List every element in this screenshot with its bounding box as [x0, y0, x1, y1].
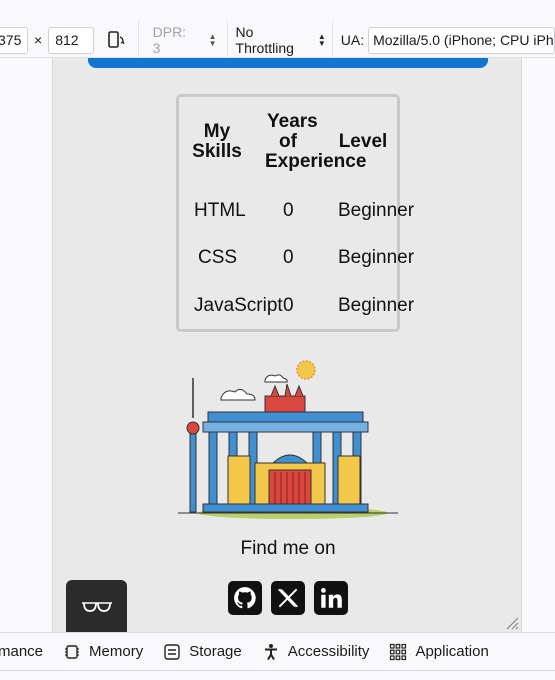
header-text: Experience — [265, 151, 367, 172]
page-viewport: My Skills Years of Experience Level HTML… — [52, 58, 522, 632]
skill-cell: JavaScript — [194, 295, 283, 316]
tab-label: Application — [415, 643, 489, 660]
level-cell: Beginner — [338, 295, 415, 316]
find-me-heading: Find me on — [240, 538, 336, 559]
level-cell: Beginner — [338, 200, 415, 221]
devtools-tabs: mance Memory Storage Accessibility Appli… — [0, 632, 555, 670]
ua-value: Mozilla/5.0 (iPhone; CPU iPhone OS — [373, 32, 554, 48]
years-cell: 0 — [283, 247, 294, 268]
dpr-label: DPR: 3 — [152, 24, 187, 56]
user-agent-input[interactable]: Mozilla/5.0 (iPhone; CPU iPhone OS — [368, 26, 555, 54]
x-icon[interactable] — [271, 581, 305, 615]
width-value: 375 — [0, 32, 22, 48]
header-bar — [88, 58, 488, 68]
viewport-area: My Skills Years of Experience Level HTML… — [0, 58, 555, 632]
tab-label: Accessibility — [287, 643, 370, 660]
throttling-select[interactable]: No Throttling ▲ ▼ — [228, 24, 332, 56]
responsive-design-toolbar: 375 × 812 DPR: 3 ▲ ▼ No Throttling ▲ ▼ UA: M… — [0, 0, 555, 59]
tab-label: Memory — [89, 643, 144, 660]
header-text: Skills — [192, 141, 242, 162]
resize-handle-icon[interactable] — [503, 614, 519, 630]
skill-cell: HTML — [194, 200, 246, 221]
accessibility-glasses-button[interactable] — [66, 580, 127, 632]
github-icon[interactable] — [228, 581, 262, 615]
height-value: 812 — [55, 32, 79, 48]
ua-label: UA: — [340, 32, 365, 48]
viewport-width-input[interactable]: 375 — [0, 26, 28, 54]
dimension-times: × — [34, 32, 43, 48]
tab-label: Storage — [189, 643, 242, 660]
rotate-device-icon[interactable] — [106, 30, 126, 50]
tab-memory[interactable]: Memory — [63, 643, 143, 661]
skills-table: My Skills Years of Experience Level HTML… — [176, 94, 414, 332]
years-cell: 0 — [283, 200, 294, 221]
devtools-bottom-strip — [0, 670, 555, 680]
tab-label: mance — [0, 643, 44, 660]
accessibility-icon — [264, 643, 277, 660]
years-cell: 0 — [283, 295, 294, 316]
memory-icon — [65, 644, 80, 659]
viewport-height-input[interactable]: 812 — [48, 26, 94, 54]
social-links — [228, 581, 348, 615]
dpr-select[interactable]: DPR: 3 ▲ ▼ — [139, 24, 227, 56]
header-level: Level — [338, 131, 388, 152]
linkedin-icon[interactable] — [314, 581, 348, 615]
skill-cell: CSS — [198, 247, 238, 268]
updown-icon: ▲ ▼ — [208, 32, 217, 48]
tab-performance[interactable]: mance — [0, 643, 43, 660]
tab-application[interactable]: Application — [389, 643, 489, 661]
header-text: Years — [267, 111, 318, 132]
header-my-skills: My Skills — [191, 122, 243, 162]
updown-icon: ▲ ▼ — [317, 32, 326, 48]
tab-accessibility[interactable]: Accessibility — [262, 643, 370, 661]
header-text: My — [203, 121, 231, 142]
tab-storage[interactable]: Storage — [163, 643, 242, 661]
level-cell: Beginner — [338, 247, 415, 268]
toolbar-row: 375 × 812 DPR: 3 ▲ ▼ No Throttling ▲ ▼ UA: M… — [0, 21, 555, 59]
throttling-label: No Throttling — [235, 24, 294, 56]
glasses-icon — [81, 602, 112, 612]
storage-icon — [164, 643, 180, 660]
application-icon — [390, 643, 407, 660]
berlin-illustration — [178, 360, 398, 519]
